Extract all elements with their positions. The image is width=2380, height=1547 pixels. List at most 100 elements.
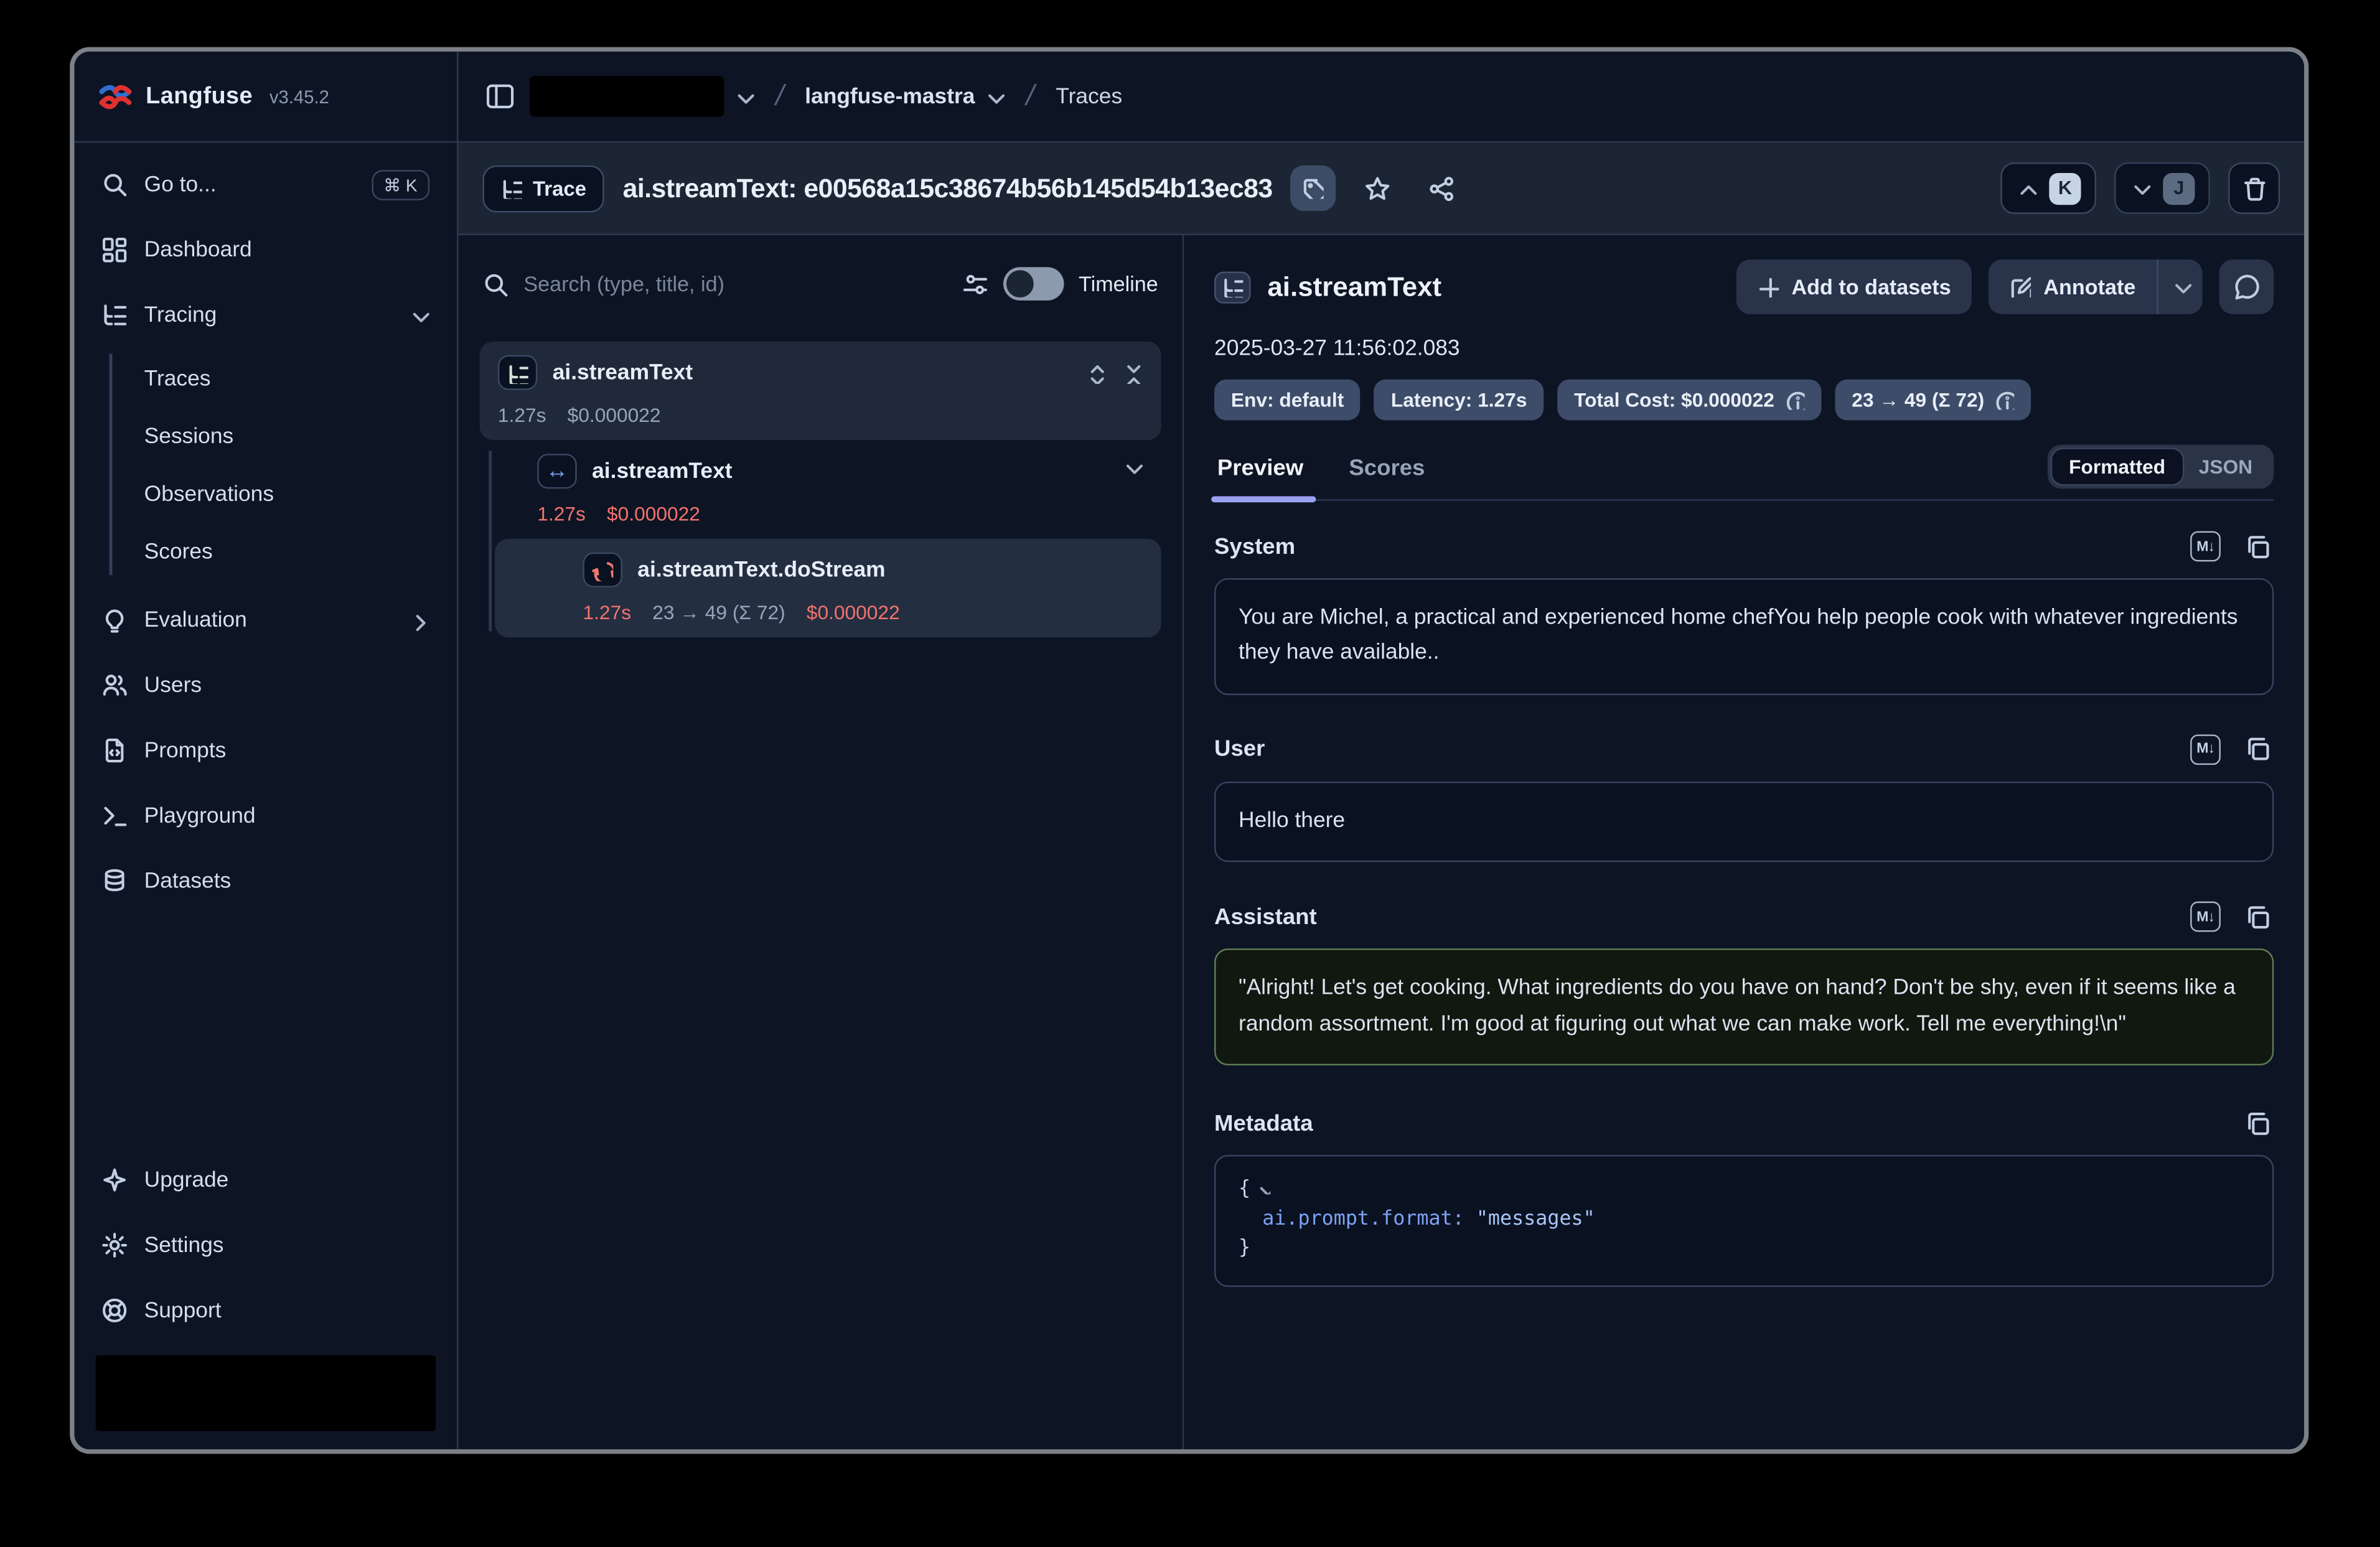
prev-trace-button[interactable]: K <box>2000 162 2096 214</box>
sidebar-item-tracing[interactable]: Tracing <box>90 291 442 339</box>
chevron-down-icon <box>1255 1180 1270 1195</box>
sidebar-item-label: Dashboard <box>144 238 252 262</box>
span-arrow-icon: ↔ <box>546 460 569 483</box>
generation-node-icon-badge <box>583 553 622 587</box>
users-icon <box>101 672 127 698</box>
sidebar-item-prompts[interactable]: Prompts <box>90 727 442 774</box>
sidebar-item-scores[interactable]: Scores <box>126 523 441 581</box>
copy-button[interactable] <box>2241 530 2274 563</box>
sidebar-item-traces[interactable]: Traces <box>126 350 441 408</box>
copy-button[interactable] <box>2241 1107 2274 1141</box>
json-key: ai.prompt.format: <box>1262 1208 1464 1231</box>
breadcrumb-section[interactable]: Traces <box>1056 84 1122 108</box>
share-icon <box>1428 175 1454 201</box>
org-switcher[interactable] <box>530 76 754 117</box>
sidebar-item-playground[interactable]: Playground <box>90 792 442 839</box>
bookmark-star-button[interactable] <box>1354 166 1400 211</box>
total-cost-badge: Total Cost: $0.000022 <box>1557 380 1821 421</box>
file-code-icon <box>101 737 127 763</box>
annotate-button[interactable]: Annotate <box>1989 259 2157 314</box>
list-tree-icon <box>1222 276 1243 297</box>
langfuse-logo-icon <box>99 83 133 110</box>
badge-text: Env: default <box>1231 388 1344 411</box>
delete-trace-button[interactable] <box>2228 162 2280 214</box>
sidebar-item-label: Support <box>144 1298 222 1322</box>
trace-tree: ai.streamText 1.27s $0.000022 <box>459 332 1183 647</box>
sidebar-item-label: Sessions <box>144 425 234 449</box>
sidebar-item-label: Playground <box>144 803 256 828</box>
badge-text: Latency: 1.27s <box>1391 388 1527 411</box>
info-icon[interactable] <box>1785 390 1805 410</box>
info-icon[interactable] <box>1995 390 2015 410</box>
panel-left-icon[interactable] <box>485 82 514 111</box>
list-tree-icon <box>101 302 127 327</box>
chevron-down-icon[interactable] <box>1122 457 1143 478</box>
list-tree-icon <box>501 177 522 199</box>
trash-icon <box>2241 175 2267 201</box>
kbd-j: J <box>2163 172 2195 204</box>
share-button[interactable] <box>1418 166 1464 211</box>
search-input[interactable] <box>523 272 946 296</box>
details-title: ai.streamText <box>1267 271 1441 302</box>
annotate-split-button: Annotate <box>1989 259 2203 314</box>
tree-node-generation-selected[interactable]: ai.streamText.doStream 1.27s 23 → 49 (Σ … <box>495 539 1161 638</box>
sidebar-item-sessions[interactable]: Sessions <box>126 408 441 466</box>
timeline-toggle[interactable] <box>1003 267 1064 301</box>
system-message-box: You are Michel, a practical and experien… <box>1214 578 2274 695</box>
breadcrumb-separator: / <box>1017 80 1044 113</box>
add-to-datasets-label: Add to datasets <box>1792 274 1951 299</box>
node-cost: $0.000022 <box>568 404 661 427</box>
breadcrumb-bar: / langfuse-mastra / Traces <box>459 52 2305 143</box>
assistant-section: Assistant M↓ "Alright! Let's get cooking… <box>1214 900 2274 1066</box>
sidebar-item-users[interactable]: Users <box>90 661 442 709</box>
node-tokens: 23 → 49 (Σ 72) <box>652 601 785 624</box>
metadata-json-box: { ai.prompt.format: "messages" } <box>1214 1156 2274 1287</box>
user-section: User M↓ Hello there <box>1214 733 2274 862</box>
tracing-subnav: Traces Sessions Observations Scores <box>90 350 442 581</box>
sidebar-item-upgrade[interactable]: Upgrade <box>90 1156 442 1203</box>
filter-sliders-icon[interactable] <box>962 271 987 296</box>
tree-node-root[interactable]: ai.streamText 1.27s $0.000022 <box>480 342 1161 441</box>
gear-icon <box>101 1232 127 1258</box>
trace-tree-panel: Timeline ai.streamText <box>459 235 1184 1449</box>
tag-button[interactable] <box>1291 166 1336 211</box>
format-toggle: Formatted JSON <box>2048 445 2274 489</box>
timeline-toggle-label: Timeline <box>1079 272 1158 296</box>
node-cost: $0.000022 <box>807 601 900 624</box>
desktop-background: Langfuse v3.45.2 Go to... ⌘ K Dashboard … <box>0 0 2380 1547</box>
add-to-datasets-button[interactable]: Add to datasets <box>1737 259 1972 314</box>
sidebar-item-observations[interactable]: Observations <box>126 466 441 524</box>
sidebar-item-datasets[interactable]: Datasets <box>90 858 442 905</box>
sidebar-item-evaluation[interactable]: Evaluation <box>90 596 442 643</box>
terminal-icon <box>101 803 127 828</box>
json-collapse-chevron[interactable] <box>1255 1175 1270 1205</box>
next-trace-button[interactable]: J <box>2114 162 2210 214</box>
sidebar-item-label: Prompts <box>144 738 227 762</box>
collapse-all-icon[interactable] <box>1122 362 1143 383</box>
search-icon <box>101 172 127 197</box>
trace-title: ai.streamText: e00568a15c38674b56b145d54… <box>623 172 1273 204</box>
format-toggle-formatted[interactable]: Formatted <box>2052 449 2182 484</box>
markdown-toggle-button[interactable]: M↓ <box>2189 900 2223 934</box>
goto-search[interactable]: Go to... ⌘ K <box>90 161 442 208</box>
redacted-user-info <box>96 1355 436 1431</box>
tree-node-span[interactable]: ↔ ai.streamText 1.27s $0.000022 <box>516 440 1161 539</box>
project-switcher[interactable]: langfuse-mastra <box>805 84 1005 108</box>
tab-preview[interactable]: Preview <box>1214 446 1306 499</box>
markdown-toggle-button[interactable]: M↓ <box>2189 733 2223 767</box>
copy-button[interactable] <box>2241 733 2274 767</box>
sidebar-item-settings[interactable]: Settings <box>90 1222 442 1269</box>
sidebar-item-support[interactable]: Support <box>90 1287 442 1334</box>
copy-button[interactable] <box>2241 900 2274 934</box>
expand-all-icon[interactable] <box>1085 362 1107 383</box>
markdown-toggle-button[interactable]: M↓ <box>2189 530 2223 563</box>
comments-button[interactable] <box>2219 259 2274 314</box>
annotate-dropdown-button[interactable] <box>2157 259 2203 314</box>
tab-scores[interactable]: Scores <box>1346 446 1428 499</box>
node-latency: 1.27s <box>498 404 546 427</box>
dashboard-icon <box>101 236 127 262</box>
sidebar-item-label: Upgrade <box>144 1168 229 1192</box>
badge-text: 23 → 49 (Σ 72) <box>1852 388 1984 411</box>
format-toggle-json[interactable]: JSON <box>2182 449 2269 484</box>
sidebar-item-dashboard[interactable]: Dashboard <box>90 226 442 273</box>
